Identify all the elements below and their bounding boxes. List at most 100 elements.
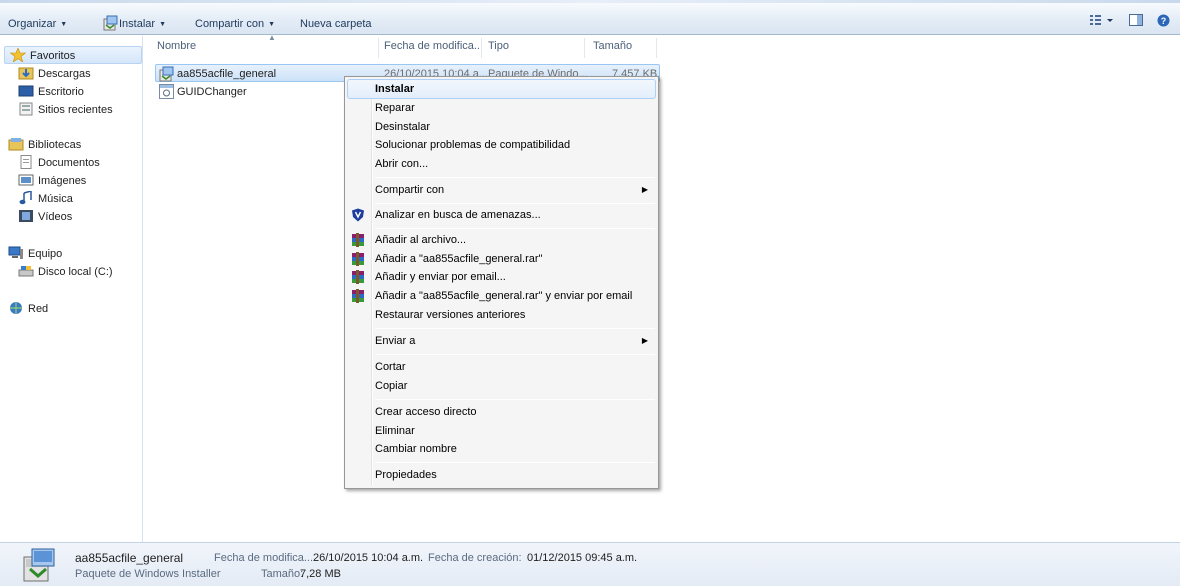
- winrar-icon: [352, 252, 364, 266]
- nav-network[interactable]: Red: [8, 300, 48, 318]
- install-label: Instalar: [119, 18, 156, 30]
- view-list-icon: [1090, 15, 1113, 25]
- submenu-arrow-icon: ▶: [641, 336, 648, 345]
- details-pane: aa855acfile_general Paquete de Windows I…: [0, 542, 1180, 586]
- menu-item-delete[interactable]: Eliminar: [347, 421, 656, 441]
- file-name: GUIDChanger: [177, 86, 247, 98]
- nav-label: Descargas: [38, 68, 91, 80]
- nav-favorites[interactable]: Favoritos: [4, 46, 142, 64]
- menu-separator: [375, 177, 655, 178]
- network-icon: [10, 302, 22, 314]
- details-date-value: 26/10/2015 10:04 a.m.: [313, 552, 424, 564]
- navigation-pane: Favoritos Descargas Escritorio Sitios re…: [0, 36, 143, 542]
- images-icon: [18, 174, 34, 186]
- menu-separator: [375, 203, 655, 204]
- share-button[interactable]: Compartir con ▼: [195, 17, 275, 32]
- installer-icon: [103, 15, 118, 31]
- menu-item-share[interactable]: Compartir con ▶: [347, 180, 656, 200]
- help-icon: ?: [1157, 14, 1170, 27]
- nav-computer[interactable]: Equipo: [8, 245, 62, 263]
- star-icon: [10, 48, 26, 62]
- nav-label: Escritorio: [38, 86, 84, 98]
- column-divider[interactable]: [584, 38, 585, 58]
- menu-separator: [375, 462, 655, 463]
- nav-label: Equipo: [28, 248, 63, 260]
- menu-item-copy[interactable]: Copiar: [347, 376, 656, 396]
- videos-icon: [19, 210, 33, 222]
- menu-item-install[interactable]: Instalar: [347, 79, 656, 99]
- menu-item-add-email[interactable]: Añadir y enviar por email...: [347, 267, 656, 287]
- menu-item-properties[interactable]: Propiedades: [347, 465, 656, 485]
- install-button[interactable]: Instalar ▼: [103, 15, 166, 32]
- menu-item-open-with[interactable]: Abrir con...: [347, 154, 656, 174]
- nav-label: Bibliotecas: [28, 139, 82, 151]
- libraries-icon: [8, 138, 24, 151]
- svg-text:?: ?: [1161, 16, 1167, 26]
- nav-recent[interactable]: Sitios recientes: [18, 101, 113, 119]
- nav-label: Documentos: [38, 157, 100, 169]
- music-icon: [19, 191, 32, 205]
- column-divider[interactable]: [656, 38, 657, 58]
- nav-libraries[interactable]: Bibliotecas: [8, 136, 81, 154]
- new-folder-button[interactable]: Nueva carpeta: [300, 17, 372, 31]
- details-file-type: Paquete de Windows Installer: [75, 568, 221, 580]
- details-size-value: 7,28 MB: [300, 568, 341, 580]
- menu-label: Compartir con: [375, 184, 445, 196]
- recent-places-icon: [19, 102, 33, 116]
- chevron-down-icon: ▼: [268, 21, 276, 28]
- installer-file-icon: [159, 66, 174, 82]
- antivirus-shield-icon: [352, 208, 364, 222]
- details-created-label: Fecha de creación:: [428, 552, 522, 564]
- column-header-date[interactable]: Fecha de modifica...: [384, 40, 483, 52]
- column-divider[interactable]: [378, 38, 379, 58]
- menu-item-scan[interactable]: Analizar en busca de amenazas...: [347, 205, 656, 225]
- details-created-value: 01/12/2015 09:45 a.m.: [527, 552, 638, 564]
- command-bar: Organizar ▼ Instalar ▼ Compartir con ▼ Nuev…: [0, 0, 1180, 35]
- menu-item-rename[interactable]: Cambiar nombre: [347, 439, 656, 459]
- view-options-button[interactable]: [1089, 14, 1115, 29]
- nav-label: Disco local (C:): [38, 266, 113, 278]
- nav-label: Sitios recientes: [38, 104, 113, 116]
- menu-item-create-shortcut[interactable]: Crear acceso directo: [347, 402, 656, 422]
- nav-documents[interactable]: Documentos: [18, 154, 100, 172]
- menu-item-restore[interactable]: Restaurar versiones anteriores: [347, 305, 656, 325]
- menu-separator: [375, 399, 655, 400]
- nav-downloads[interactable]: Descargas: [18, 65, 91, 83]
- menu-label: Añadir al archivo...: [375, 234, 467, 246]
- application-icon: [159, 84, 174, 99]
- organize-button[interactable]: Organizar ▼: [8, 17, 67, 32]
- menu-item-repair[interactable]: Reparar: [347, 98, 656, 118]
- preview-pane-button[interactable]: [1129, 14, 1143, 29]
- menu-item-add-rar-email[interactable]: Añadir a "aa855acfile_general.rar" y env…: [347, 286, 656, 306]
- help-button[interactable]: ?: [1157, 14, 1170, 30]
- column-header-size[interactable]: Tamaño: [593, 40, 632, 52]
- nav-local-disk[interactable]: Disco local (C:): [18, 263, 113, 281]
- context-menu: Instalar Reparar Desinstalar Solucionar …: [344, 76, 659, 489]
- menu-item-add-archive[interactable]: Añadir al archivo...: [347, 230, 656, 250]
- nav-label: Vídeos: [38, 211, 73, 223]
- details-date-label: Fecha de modifica...: [214, 552, 314, 564]
- nav-label: Favoritos: [30, 50, 76, 62]
- column-header-name[interactable]: Nombre: [157, 40, 196, 52]
- organize-label: Organizar: [8, 18, 57, 30]
- menu-label: Enviar a: [375, 335, 416, 347]
- menu-item-cut[interactable]: Cortar: [347, 357, 656, 377]
- nav-music[interactable]: Música: [18, 190, 73, 208]
- hard-disk-icon: [18, 266, 34, 277]
- menu-label: Añadir a "aa855acfile_general.rar" y env…: [375, 290, 633, 302]
- menu-item-add-rar[interactable]: Añadir a "aa855acfile_general.rar": [347, 249, 656, 269]
- chevron-down-icon: ▼: [159, 21, 167, 28]
- documents-icon: [20, 155, 32, 169]
- menu-item-send-to[interactable]: Enviar a ▶: [347, 331, 656, 351]
- nav-desktop[interactable]: Escritorio: [18, 83, 84, 101]
- desktop-icon: [18, 85, 34, 97]
- winrar-icon: [352, 233, 364, 247]
- nav-videos[interactable]: Vídeos: [18, 208, 72, 226]
- column-divider[interactable]: [481, 38, 482, 58]
- column-header-type[interactable]: Tipo: [488, 40, 509, 52]
- sort-arrow-icon: ▲: [268, 33, 276, 42]
- nav-images[interactable]: Imágenes: [18, 172, 86, 190]
- menu-item-compatibility[interactable]: Solucionar problemas de compatibilidad: [347, 135, 656, 155]
- menu-item-uninstall[interactable]: Desinstalar: [347, 117, 656, 137]
- nav-label: Imágenes: [38, 175, 87, 187]
